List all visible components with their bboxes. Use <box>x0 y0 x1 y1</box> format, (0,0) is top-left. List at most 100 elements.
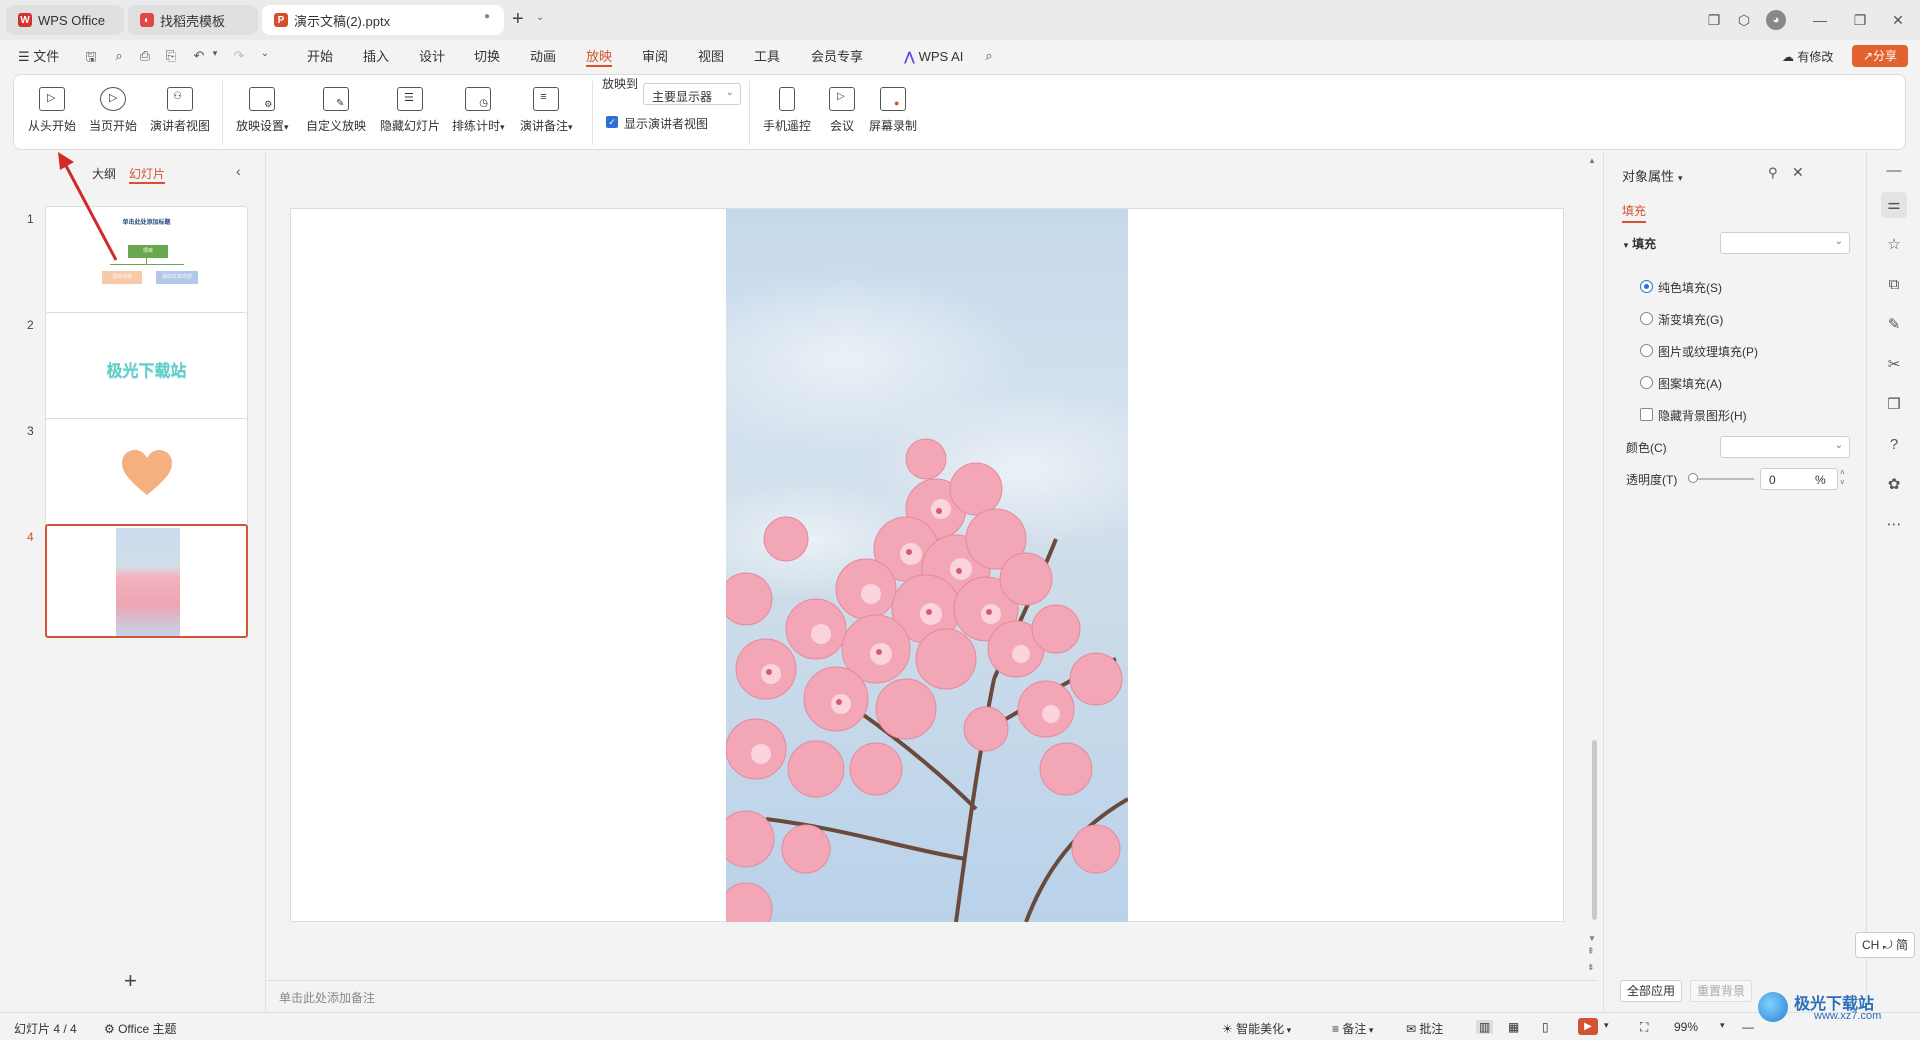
menu-item-slideshow[interactable]: 放映 <box>586 47 613 67</box>
reading-view-icon[interactable]: ▯ <box>1542 1020 1549 1034</box>
fill-section-header[interactable]: ▼ 填充 <box>1622 235 1656 252</box>
radio-pattern-fill[interactable] <box>1640 376 1653 389</box>
presenter-view-checkbox[interactable]: ✓ <box>606 116 618 128</box>
zoom-dropdown-icon[interactable]: ▾ <box>1720 1020 1725 1031</box>
menu-item-animation[interactable]: 动画 <box>530 47 556 67</box>
scroll-down-icon[interactable]: ▼ <box>1588 934 1596 943</box>
more-icon[interactable]: ⋯ <box>1881 512 1907 538</box>
window-layout-icon[interactable]: ❐ <box>1704 10 1724 30</box>
menu-item-review[interactable]: 审阅 <box>642 47 668 67</box>
scroll-up-icon[interactable]: ▲ <box>1588 156 1596 165</box>
unsaved-dot[interactable]: ● <box>484 11 490 22</box>
reset-background-button[interactable]: 重置背景 <box>1690 980 1753 1002</box>
phone-remote-button[interactable]: 手机遥控 <box>763 87 811 134</box>
color-select[interactable]: ⌄ <box>1720 436 1850 458</box>
screen-record-button[interactable]: ● 屏幕录制 <box>869 87 917 134</box>
ime-indicator[interactable]: CH ⤾ 简 <box>1855 932 1915 958</box>
gift-icon[interactable]: ✿ <box>1881 472 1907 498</box>
menu-item-tools[interactable]: 工具 <box>754 47 780 67</box>
save-icon[interactable]: 🖫 <box>82 48 100 70</box>
add-slide-button[interactable]: + <box>124 968 137 994</box>
shapes-icon[interactable]: ⧉ <box>1881 272 1907 298</box>
undo-dropdown-icon[interactable]: ▾ <box>206 48 224 59</box>
vertical-scrollbar[interactable] <box>1592 740 1597 920</box>
presenter-view-button[interactable]: ⚇ 演讲者视图 <box>150 87 210 134</box>
help-icon[interactable]: ? <box>1881 432 1907 458</box>
transparency-slider-track[interactable] <box>1692 478 1754 480</box>
print-preview-icon[interactable]: ⎘ <box>162 48 180 64</box>
radio-gradient-fill[interactable] <box>1640 312 1653 325</box>
slide-thumbnail-2[interactable]: 极光下载站 <box>45 312 248 426</box>
cube-icon[interactable]: ⬡ <box>1734 10 1754 30</box>
search-icon[interactable]: ⌕ <box>980 48 998 64</box>
meeting-button[interactable]: ▷ 会议 <box>829 87 855 134</box>
play-current-button[interactable]: ▷ 当页开始 <box>89 87 137 134</box>
notes-area[interactable]: 单击此处添加备注 <box>267 980 1597 1012</box>
slideshow-settings-button[interactable]: ⚙ 放映设置▾ <box>236 87 289 134</box>
apply-all-button[interactable]: 全部应用 <box>1620 980 1683 1002</box>
modified-status[interactable]: ☁ 有修改 <box>1782 47 1833 67</box>
slide-sorter-icon[interactable]: ▦ <box>1508 1020 1519 1034</box>
transparency-input[interactable]: 0 % <box>1760 468 1838 490</box>
next-slide-icon[interactable]: ⇟ <box>1587 962 1595 973</box>
collapse-panel-icon[interactable]: ‹ <box>236 163 241 179</box>
new-tab-button[interactable]: + <box>512 8 524 31</box>
print-icon[interactable]: ⎙ <box>136 48 154 64</box>
avatar[interactable]: ◕ <box>1766 10 1786 30</box>
menu-item-insert[interactable]: 插入 <box>363 47 389 67</box>
minimize-panel-icon[interactable]: — <box>1881 158 1907 184</box>
fill-type-select[interactable]: ⌄ <box>1720 232 1850 254</box>
tab-slides[interactable]: 幻灯片 <box>129 165 166 184</box>
tab-wps-office[interactable]: W WPS Office <box>6 5 124 35</box>
fit-window-icon[interactable]: ⛶ <box>1640 1020 1648 1035</box>
tab-docer[interactable]: ◐ 找稻壳模板 <box>128 5 258 35</box>
slide-thumbnail-4[interactable] <box>45 524 248 638</box>
zoom-out-icon[interactable]: — <box>1742 1020 1754 1034</box>
hide-slide-button[interactable]: ☰ 隐藏幻灯片 <box>380 87 440 134</box>
menu-item-start[interactable]: 开始 <box>307 47 333 67</box>
book-icon[interactable]: ❒ <box>1881 392 1907 418</box>
share-button[interactable]: ↗分享 <box>1852 45 1908 67</box>
pin-icon[interactable]: ⚲ <box>1768 165 1778 181</box>
theme-button[interactable]: ⚙ Office 主题 <box>104 1020 177 1037</box>
slideshow-play-button[interactable]: ▶ <box>1578 1018 1598 1035</box>
current-slide[interactable] <box>290 208 1564 922</box>
zoom-level[interactable]: 99% <box>1674 1020 1698 1034</box>
dropdown-arrow-icon[interactable]: ▾ <box>1604 1020 1609 1031</box>
radio-picture-fill[interactable] <box>1640 344 1653 357</box>
panel-title[interactable]: 对象属性 ▾ <box>1622 166 1683 185</box>
minimize-icon[interactable]: — <box>1810 10 1830 30</box>
smart-beautify-button[interactable]: ☀ 智能美化 ▾ <box>1222 1020 1291 1037</box>
menu-item-transition[interactable]: 切换 <box>474 47 500 67</box>
cherry-blossom-photo[interactable] <box>726 209 1128 922</box>
menu-item-view[interactable]: 视图 <box>698 47 724 67</box>
play-from-start-button[interactable]: ▷ 从头开始 <box>28 87 76 134</box>
restore-icon[interactable]: ❐ <box>1850 10 1870 30</box>
slide-thumbnail-3[interactable] <box>45 418 248 532</box>
search-file-icon[interactable]: ⌕ <box>110 48 128 64</box>
speaker-notes-button[interactable]: ≡ 演讲备注▾ <box>520 87 573 134</box>
rehearse-timing-button[interactable]: ◷ 排练计时▾ <box>452 87 505 134</box>
transparency-stepper[interactable]: ˄ ˅ <box>1840 468 1845 488</box>
tab-list-chevron-icon[interactable]: ⌄ <box>536 12 544 23</box>
close-icon[interactable]: ✕ <box>1792 164 1804 181</box>
menu-item-design[interactable]: 设计 <box>419 47 445 67</box>
tab-fill[interactable]: 填充 <box>1622 202 1647 223</box>
properties-icon[interactable]: ⚌ <box>1881 192 1907 218</box>
star-icon[interactable]: ☆ <box>1881 232 1907 258</box>
quick-access-chevron-icon[interactable]: ⌄ <box>256 48 274 59</box>
notes-toggle-button[interactable]: ≡ 备注 ▾ <box>1332 1020 1373 1037</box>
redo-icon[interactable]: ↷ <box>230 48 248 64</box>
file-menu[interactable]: ☰ 文件 <box>18 47 59 67</box>
wps-ai-button[interactable]: ⋀ WPS AI <box>904 47 963 67</box>
tab-presentation[interactable]: P 演示文稿(2).pptx ● <box>262 5 504 35</box>
display-select[interactable]: 主要显示器 ⌄ <box>643 83 741 105</box>
tools-icon[interactable]: ✂ <box>1881 352 1907 378</box>
close-window-icon[interactable]: ✕ <box>1888 10 1908 30</box>
menu-item-member[interactable]: 会员专享 <box>811 47 863 67</box>
image-edit-icon[interactable]: ✎ <box>1881 312 1907 338</box>
comments-button[interactable]: ✉ 批注 <box>1406 1020 1443 1037</box>
transparency-slider-thumb[interactable] <box>1688 473 1698 483</box>
custom-show-button[interactable]: ✎ 自定义放映 <box>306 87 366 134</box>
hide-background-checkbox[interactable] <box>1640 408 1653 421</box>
